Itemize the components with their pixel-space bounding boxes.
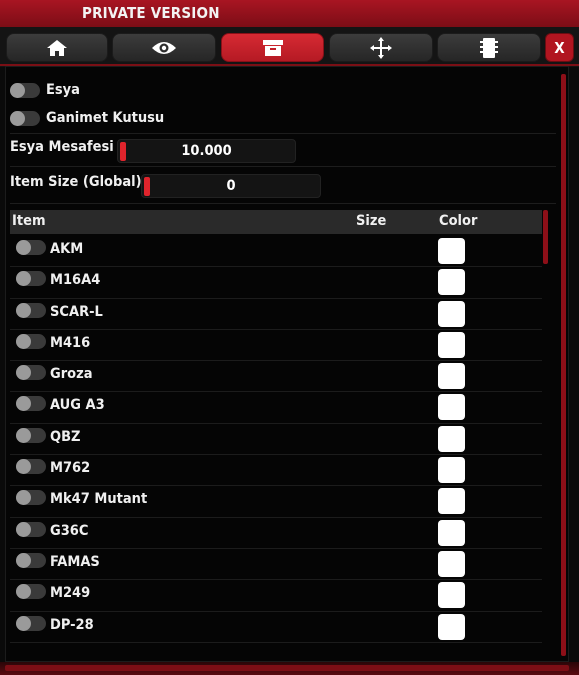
table-row: FAMAS	[10, 549, 542, 581]
home-icon	[47, 39, 67, 56]
table-row: AUG A3	[10, 392, 542, 424]
item-size-slider[interactable]: 0	[141, 174, 321, 198]
item-name: QBZ	[50, 428, 81, 445]
item-toggle[interactable]	[16, 584, 46, 600]
item-name: Mk47 Mutant	[50, 491, 148, 508]
divider	[10, 203, 556, 204]
esya-mesafesi-row: Esya Mesafesi	[10, 139, 114, 155]
item-toggle[interactable]	[16, 459, 46, 475]
tab-misc[interactable]	[437, 33, 541, 62]
item-toggle[interactable]	[16, 302, 46, 318]
esya-mesafesi-slider[interactable]: 10.000	[117, 139, 296, 163]
eye-icon	[152, 41, 176, 54]
esya-toggle-row[interactable]: Esya	[10, 78, 80, 102]
crosshair-icon	[370, 36, 392, 59]
color-swatch[interactable]	[438, 394, 465, 421]
color-swatch[interactable]	[438, 425, 465, 452]
table-row: Mk47 Mutant	[10, 486, 542, 518]
item-name: G36C	[50, 522, 89, 539]
item-toggle[interactable]	[16, 365, 46, 381]
ganimet-toggle-row[interactable]: Ganimet Kutusu	[10, 106, 164, 130]
tab-aim[interactable]	[329, 33, 433, 62]
table-row: SCAR-L	[10, 299, 542, 330]
table-row: M16A4	[10, 267, 542, 299]
color-swatch[interactable]	[438, 550, 465, 577]
item-toggle[interactable]	[16, 615, 46, 631]
divider	[10, 166, 556, 167]
item-name: M762	[50, 460, 91, 477]
color-swatch[interactable]	[438, 488, 465, 515]
bottom-scrollbar[interactable]	[5, 665, 569, 671]
column-header-size: Size	[356, 213, 387, 229]
item-toggle[interactable]	[16, 333, 46, 349]
ganimet-label: Ganimet Kutusu	[46, 110, 165, 126]
item-toggle[interactable]	[16, 271, 46, 287]
title-bar[interactable]: PRIVATE VERSION	[0, 0, 579, 28]
item-list: AKM M16A4 SCAR-L M416 Groza AUG A3 QBZ M762 Mk47…	[10, 236, 542, 650]
item-toggle[interactable]	[16, 240, 46, 255]
color-swatch[interactable]	[438, 331, 465, 358]
list-scrollbar[interactable]	[543, 210, 548, 264]
item-size-label: Item Size (Global)	[10, 174, 142, 190]
table-row: M762	[10, 455, 542, 487]
item-name: AKM	[50, 241, 84, 257]
archive-box-icon	[262, 39, 283, 56]
table-row: QBZ	[10, 424, 542, 456]
table-row: DP-28	[10, 612, 542, 643]
color-swatch[interactable]	[438, 363, 465, 390]
esya-label: Esya	[46, 82, 80, 98]
color-swatch[interactable]	[438, 582, 465, 609]
item-name: Groza	[50, 366, 93, 383]
item-toggle[interactable]	[16, 396, 46, 412]
esya-mesafesi-label: Esya Mesafesi	[10, 139, 114, 155]
color-swatch[interactable]	[438, 269, 465, 296]
column-header-item: Item	[12, 213, 46, 229]
color-swatch[interactable]	[438, 613, 465, 640]
table-row: M249	[10, 580, 542, 612]
ganimet-toggle[interactable]	[10, 110, 40, 126]
item-toggle[interactable]	[16, 521, 46, 537]
item-name: DP-28	[50, 616, 94, 633]
table-row: Groza	[10, 361, 542, 393]
menu-window: PRIVATE VERSION X Esya Ganimet Kutusu Es…	[0, 0, 579, 675]
item-size-row: Item Size (Global)	[10, 174, 142, 190]
window-title: PRIVATE VERSION	[82, 4, 220, 22]
chip-icon	[480, 37, 498, 58]
item-name: M416	[50, 334, 91, 351]
color-swatch[interactable]	[438, 457, 465, 484]
item-size-value: 0	[226, 178, 236, 194]
table-header: Item Size Color	[10, 210, 542, 234]
tab-bar	[0, 27, 579, 67]
color-swatch[interactable]	[438, 519, 465, 546]
color-swatch[interactable]	[438, 238, 465, 264]
item-name: SCAR-L	[50, 303, 103, 320]
item-name: AUG A3	[50, 397, 105, 414]
divider	[10, 133, 556, 134]
color-swatch[interactable]	[438, 300, 465, 327]
item-name: FAMAS	[50, 553, 100, 570]
item-name: M16A4	[50, 272, 101, 289]
tab-items[interactable]	[221, 33, 324, 62]
column-header-color: Color	[439, 213, 478, 229]
panel-scrollbar[interactable]	[561, 74, 566, 656]
table-row: M416	[10, 330, 542, 362]
esya-mesafesi-value: 10.000	[181, 143, 232, 159]
table-row: G36C	[10, 518, 542, 549]
table-row: AKM	[10, 236, 542, 268]
esya-toggle[interactable]	[10, 82, 40, 98]
item-toggle[interactable]	[16, 552, 46, 568]
item-name: M249	[50, 585, 91, 602]
item-toggle[interactable]	[16, 427, 46, 443]
close-button[interactable]: X	[545, 33, 574, 62]
tab-home[interactable]	[6, 33, 108, 62]
bottom-bar	[0, 662, 579, 675]
tab-visuals[interactable]	[112, 33, 216, 62]
item-toggle[interactable]	[16, 490, 46, 506]
